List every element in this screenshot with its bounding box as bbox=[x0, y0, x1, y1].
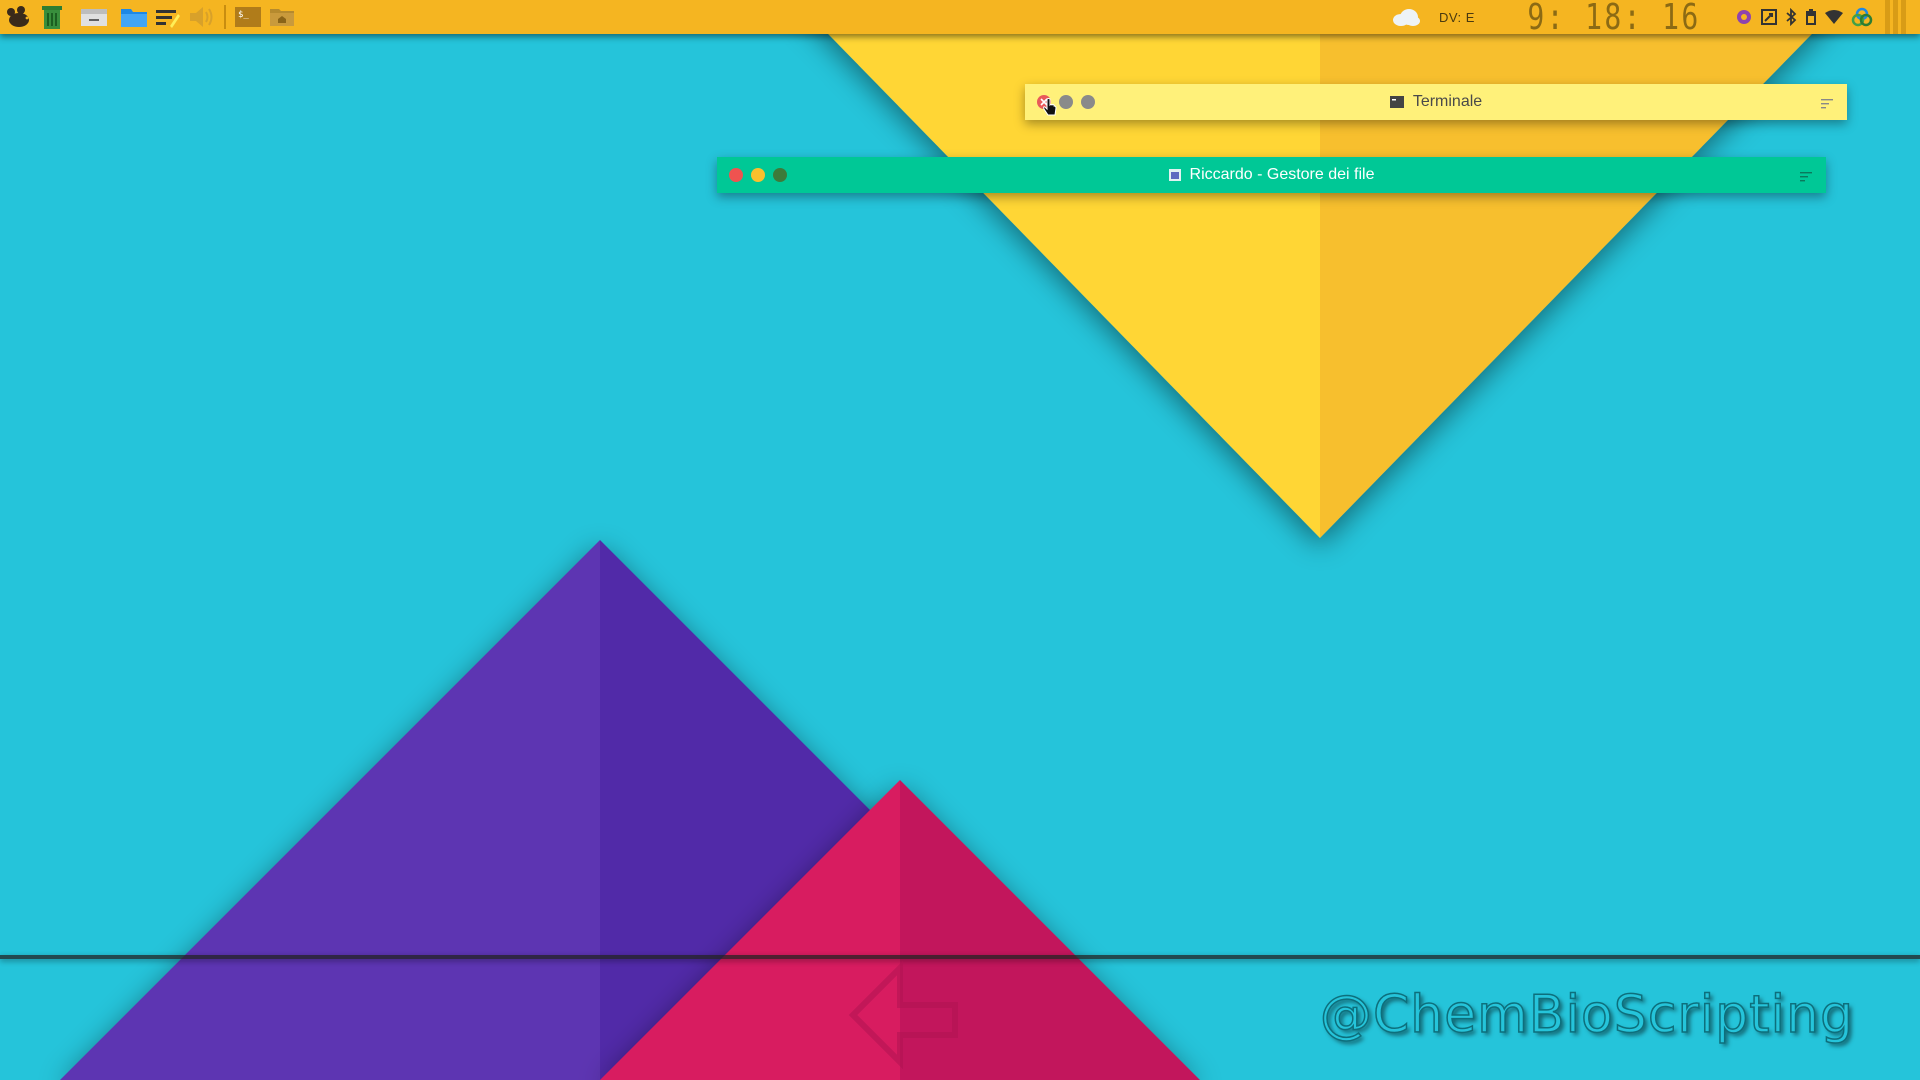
trash-icon[interactable] bbox=[38, 3, 66, 31]
mouse-app-menu-icon[interactable] bbox=[4, 3, 32, 31]
window-title: Riccardo - Gestore dei file bbox=[717, 157, 1826, 193]
window-title: Terminale bbox=[1025, 84, 1847, 120]
launcher-bar: $_ bbox=[4, 3, 296, 31]
file-manager-icon bbox=[1168, 169, 1181, 181]
folder-icon[interactable] bbox=[120, 3, 148, 31]
hand-cursor-icon bbox=[1043, 98, 1057, 116]
bottom-dock-edge bbox=[0, 955, 1920, 959]
window-title-text: Riccardo - Gestore dei file bbox=[1189, 166, 1375, 183]
bluetooth-icon[interactable] bbox=[1785, 0, 1797, 34]
volume-icon[interactable] bbox=[188, 3, 216, 31]
keyboard-layout-indicator[interactable]: DV: E bbox=[1439, 10, 1475, 25]
terminal-icon bbox=[1389, 96, 1404, 108]
launcher-separator bbox=[224, 5, 226, 29]
system-tray: DV: E 9: 18: 16 bbox=[1387, 0, 1920, 38]
window-menu-icon[interactable] bbox=[1821, 96, 1833, 114]
network-icon[interactable] bbox=[1851, 0, 1873, 34]
svg-text:$_: $_ bbox=[238, 10, 249, 20]
cloud-icon[interactable] bbox=[1391, 0, 1421, 34]
settings-flower-icon[interactable] bbox=[1735, 0, 1753, 34]
clock[interactable]: 9: 18: 16 bbox=[1527, 0, 1700, 38]
top-panel: $_ DV: E 9: 18: 16 bbox=[0, 0, 1920, 38]
window-title-text: Terminale bbox=[1412, 93, 1483, 110]
file-manager-window[interactable]: Riccardo - Gestore dei file bbox=[717, 157, 1826, 193]
drive-icon[interactable] bbox=[80, 3, 108, 31]
home-folder-icon[interactable] bbox=[268, 3, 296, 31]
terminal-icon[interactable]: $_ bbox=[234, 3, 262, 31]
terminal-window[interactable]: Terminale bbox=[1025, 84, 1847, 120]
panel-edge-handles bbox=[1885, 0, 1906, 34]
back-arrow-icon[interactable] bbox=[845, 960, 965, 1080]
battery-icon[interactable] bbox=[1805, 0, 1817, 34]
window-menu-icon[interactable] bbox=[1800, 169, 1812, 187]
watermark-text: @ChemBioScripting bbox=[1319, 984, 1855, 1046]
wifi-icon[interactable] bbox=[1825, 0, 1843, 34]
screenshot-icon[interactable] bbox=[1761, 0, 1777, 34]
text-editor-icon[interactable] bbox=[154, 3, 182, 31]
